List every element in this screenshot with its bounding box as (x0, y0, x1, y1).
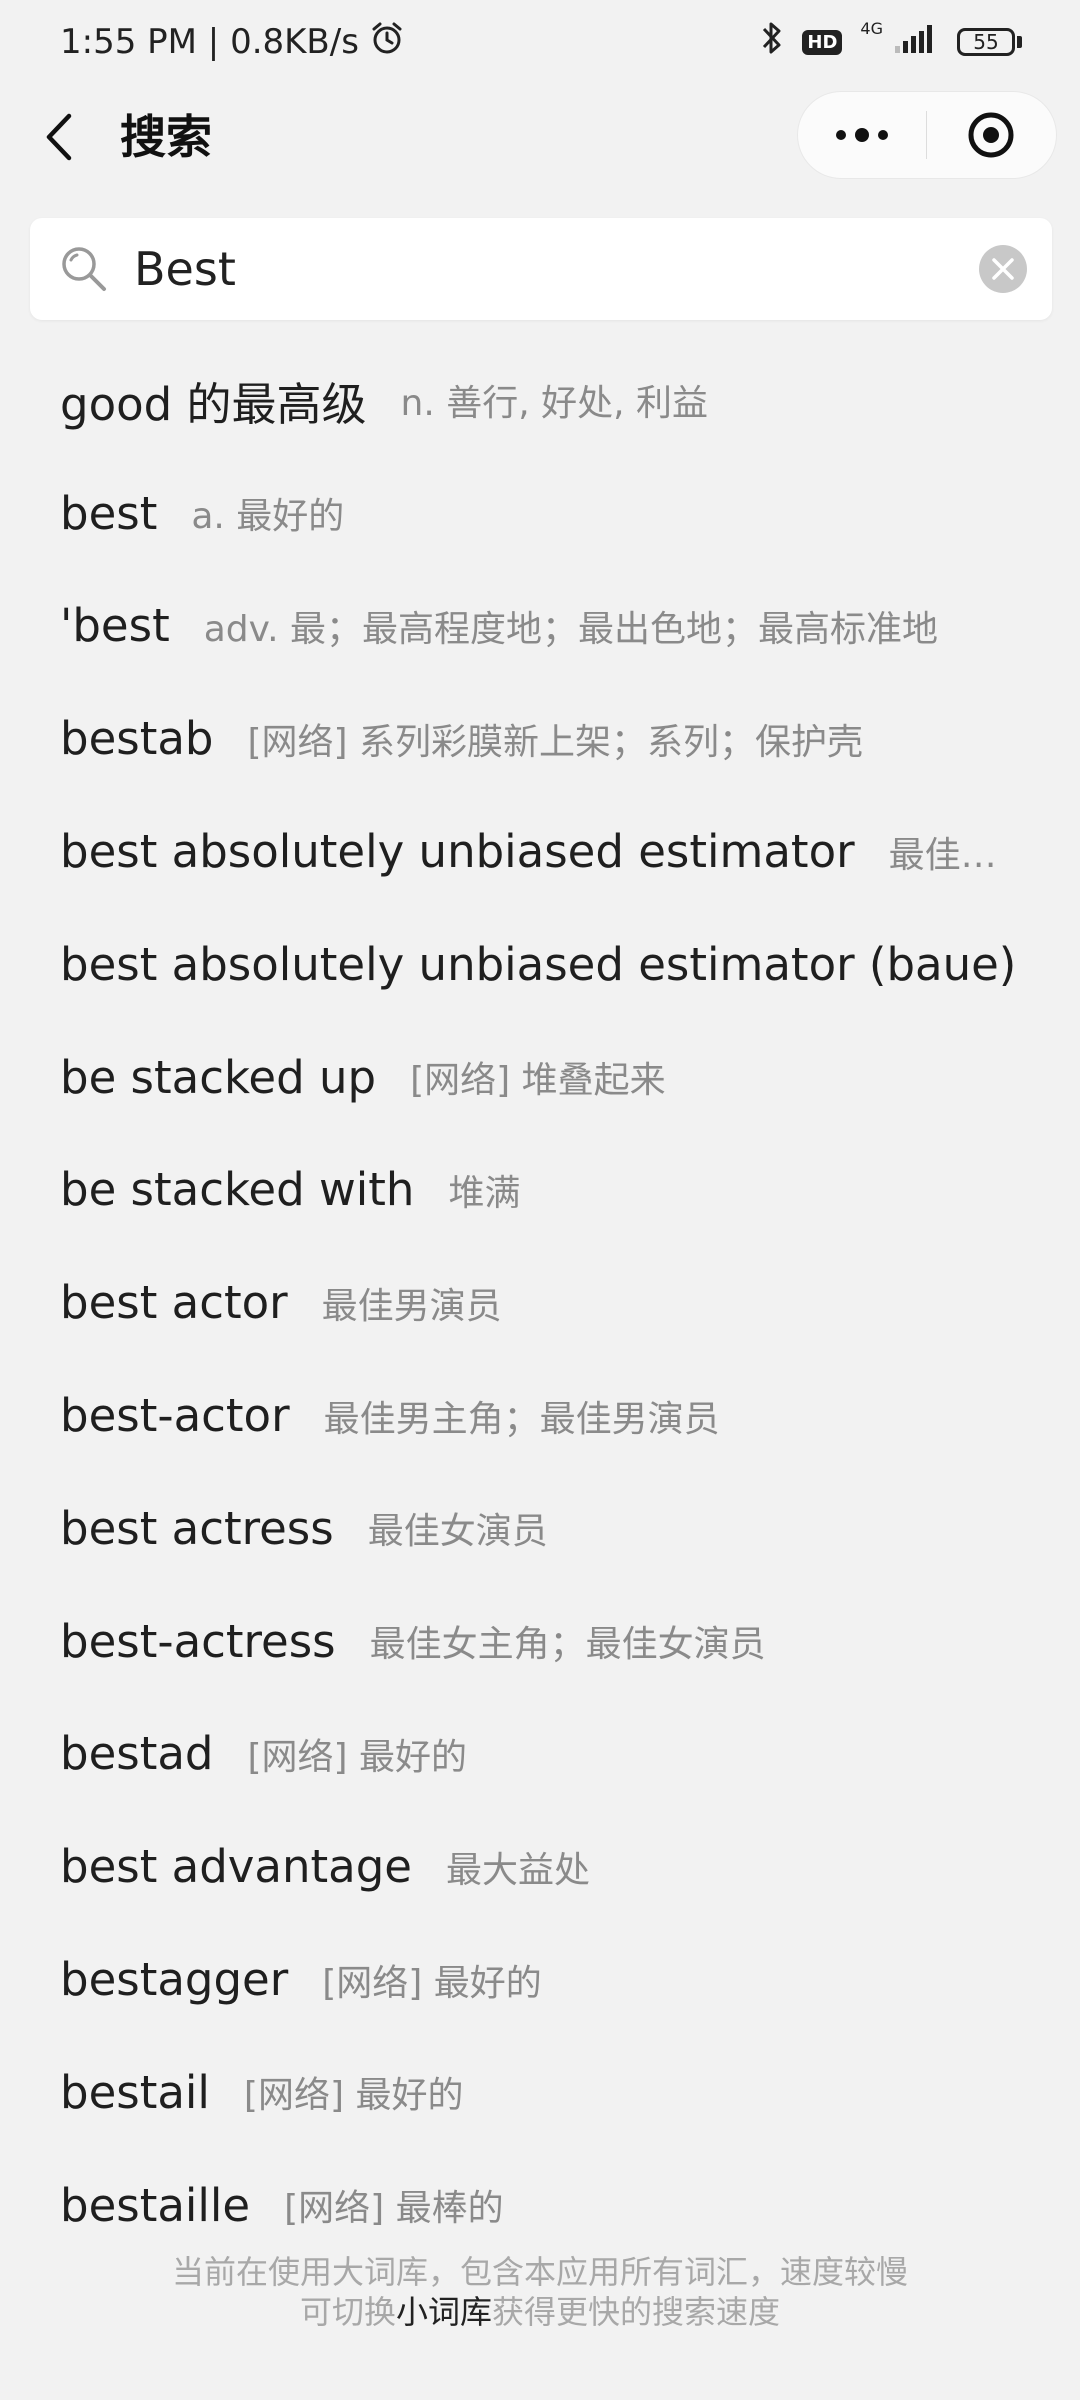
result-definition: [网络] 堆叠起来 (410, 1060, 666, 1102)
result-word: be stacked with (60, 1163, 415, 1217)
network-label: 4G (860, 18, 883, 38)
result-item[interactable]: best actor 最佳男演员 (0, 1246, 1080, 1359)
result-definition: [网络] 系列彩膜新上架；系列；保护壳 (247, 721, 864, 763)
status-left: 1:55 PM | 0.8KB/s (60, 20, 405, 65)
result-word: bestagger (60, 1953, 289, 2007)
hd-badge: HD (802, 29, 843, 55)
result-definition: a. 最好的 (191, 496, 345, 538)
result-definition: 最佳绝对… (888, 834, 1020, 876)
notice-suffix: 获得更快的搜索速度 (492, 2293, 781, 2331)
notice-prefix: 可切换 (299, 2293, 396, 2331)
status-time: 1:55 PM | 0.8KB/s (60, 22, 359, 62)
result-item[interactable]: best a. 最好的 (0, 457, 1080, 570)
mini-program-capsule (798, 92, 1056, 178)
result-definition: 最佳女演员 (367, 1511, 548, 1553)
result-word: bestab (60, 712, 214, 766)
result-item[interactable]: best absolutely unbiased estimator 最佳绝对… (0, 795, 1080, 908)
result-item[interactable]: best-actor 最佳男主角；最佳男演员 (0, 1359, 1080, 1472)
result-word: bestaille (60, 2178, 251, 2232)
results-list: good 的最高级 n. 善行, 好处, 利益 best a. 最好的 'bes… (0, 344, 1080, 2262)
result-word: best absolutely unbiased estimator (baue… (60, 937, 1017, 991)
battery-icon: 55 (957, 28, 1022, 56)
clear-icon (979, 245, 1027, 293)
bluetooth-icon (760, 19, 784, 66)
small-dictionary-link[interactable]: 小词库 (396, 2293, 492, 2331)
back-arrow-icon (46, 113, 72, 161)
result-word: good 的最高级 (60, 377, 367, 431)
result-definition: 最大益处 (445, 1849, 590, 1891)
result-item[interactable]: be stacked with 堆满 (0, 1134, 1080, 1247)
result-item[interactable]: best-actress 最佳女主角；最佳女演员 (0, 1585, 1080, 1698)
result-definition: 堆满 (448, 1172, 521, 1214)
result-item[interactable]: be stacked up [网络] 堆叠起来 (0, 1021, 1080, 1134)
search-bar (30, 218, 1052, 320)
result-word: best (60, 486, 158, 540)
page-title: 搜索 (120, 110, 212, 164)
status-right: HD 4G 55 (760, 19, 1022, 66)
search-icon (58, 243, 110, 295)
more-dots-icon (836, 128, 888, 142)
status-bar: 1:55 PM | 0.8KB/s HD 4G 55 (0, 0, 1080, 84)
result-definition: 最佳男主角；最佳男演员 (323, 1398, 720, 1440)
notice-line-1: 当前在使用大词库，包含本应用所有词汇，速度较慢 (171, 2253, 908, 2291)
result-word: best actress (60, 1501, 334, 1555)
battery-level: 55 (957, 28, 1015, 56)
result-word: best absolutely unbiased estimator (60, 825, 855, 879)
result-item[interactable]: bestab [网络] 系列彩膜新上架；系列；保护壳 (0, 682, 1080, 795)
battery-tip (1017, 36, 1022, 48)
notice-line-2: 可切换小词库获得更快的搜索速度 (0, 2292, 1080, 2332)
result-item[interactable]: best absolutely unbiased estimator (baue… (0, 908, 1080, 1021)
result-word: best actor (60, 1276, 288, 1330)
result-word: best-actor (60, 1389, 290, 1443)
result-definition: [网络] 最好的 (322, 1962, 542, 2004)
back-button[interactable] (34, 102, 84, 172)
result-definition: 最佳女主角；最佳女演员 (369, 1624, 766, 1666)
result-item[interactable]: bestail [网络] 最好的 (0, 2036, 1080, 2149)
result-definition: [网络] 最棒的 (284, 2188, 504, 2230)
result-item[interactable]: best actress 最佳女演员 (0, 1472, 1080, 1585)
alarm-icon (369, 20, 405, 65)
result-word: best-actress (60, 1614, 336, 1668)
result-item[interactable]: bestaille [网络] 最棒的 (0, 2149, 1080, 2262)
result-word: 'best (60, 599, 170, 653)
result-item[interactable]: bestad [网络] 最好的 (0, 1698, 1080, 1811)
result-definition: adv. 最；最高程度地；最出色地；最高标准地 (203, 608, 939, 650)
result-word: be stacked up (60, 1050, 377, 1104)
result-word: bestail (60, 2065, 210, 2119)
result-item[interactable]: 'best adv. 最；最高程度地；最出色地；最高标准地 (0, 570, 1080, 683)
header: 搜索 (0, 84, 1080, 192)
signal-icon (893, 22, 939, 63)
result-definition: n. 善行, 好处, 利益 (400, 383, 708, 425)
clear-search-button[interactable] (976, 242, 1030, 296)
dictionary-notice: 当前在使用大词库，包含本应用所有词汇，速度较慢 可切换小词库获得更快的搜索速度 (0, 2252, 1080, 2332)
result-item[interactable]: good 的最高级 n. 善行, 好处, 利益 (0, 344, 1080, 457)
search-input[interactable] (132, 241, 976, 297)
result-item[interactable]: bestagger [网络] 最好的 (0, 1923, 1080, 2036)
target-close-icon (968, 112, 1014, 158)
result-definition: [网络] 最好的 (247, 1736, 468, 1778)
result-word: best advantage (60, 1840, 412, 1894)
result-definition: 最佳男演员 (321, 1285, 502, 1327)
result-word: bestad (60, 1727, 214, 1781)
more-button[interactable] (798, 92, 926, 178)
close-miniprogram-button[interactable] (927, 92, 1055, 178)
result-item[interactable]: best advantage 最大益处 (0, 1810, 1080, 1923)
result-definition: [网络] 最好的 (243, 2075, 464, 2117)
